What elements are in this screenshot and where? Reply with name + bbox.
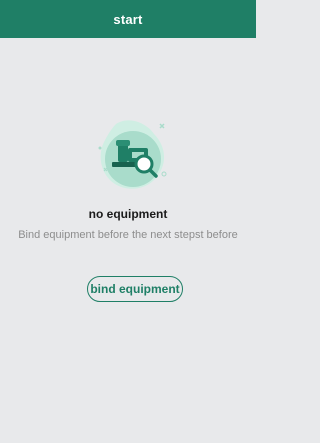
bind-equipment-button[interactable]: bind equipment [87, 276, 183, 302]
empty-state-title: no equipment [88, 207, 168, 221]
app-header: start [0, 0, 256, 38]
equipment-search-icon [94, 118, 172, 198]
empty-state-description: Bind equipment before the next stepst be… [18, 229, 238, 241]
page-title: start [113, 11, 143, 27]
